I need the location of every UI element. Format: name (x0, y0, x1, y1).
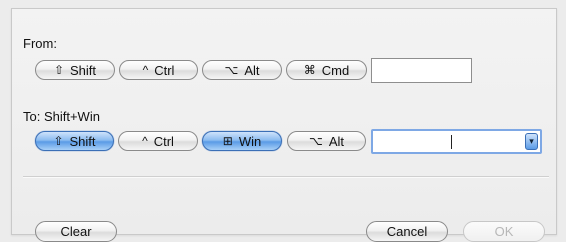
from-shift-label: Shift (70, 62, 97, 78)
to-win-button[interactable]: ⊞ Win (202, 131, 282, 151)
shift-icon: ⇧ (53, 63, 65, 77)
to-label: To: Shift+Win (23, 109, 100, 124)
from-alt-button[interactable]: ⌥ Alt (202, 60, 282, 80)
to-ctrl-label: Ctrl (153, 133, 174, 149)
from-shift-button[interactable]: ⇧ Shift (35, 60, 115, 80)
text-caret (451, 135, 452, 149)
from-cmd-label: Cmd (321, 62, 350, 78)
from-key-input[interactable] (371, 58, 472, 83)
to-shift-button[interactable]: ⇧ Shift (35, 131, 114, 151)
chevron-down-icon[interactable]: ▾ (525, 133, 538, 150)
to-shift-label: Shift (69, 133, 96, 149)
to-ctrl-button[interactable]: ^ Ctrl (118, 131, 198, 151)
cmd-icon: ⌘ (303, 63, 316, 77)
to-key-combobox[interactable]: ▾ (371, 129, 542, 154)
to-win-label: Win (238, 133, 262, 149)
from-cmd-button[interactable]: ⌘ Cmd (286, 60, 367, 80)
ctrl-icon: ^ (142, 63, 149, 77)
alt-icon: ⌥ (309, 134, 323, 148)
windows-icon: ⊞ (222, 134, 233, 148)
alt-icon: ⌥ (224, 63, 239, 77)
separator (23, 176, 549, 178)
from-label: From: (23, 36, 57, 51)
ok-button[interactable]: OK (463, 221, 545, 242)
from-ctrl-button[interactable]: ^ Ctrl (119, 60, 198, 80)
ctrl-icon: ^ (142, 134, 148, 148)
cancel-button[interactable]: Cancel (366, 221, 448, 242)
clear-button[interactable]: Clear (35, 221, 117, 242)
to-alt-label: Alt (328, 133, 344, 149)
to-alt-button[interactable]: ⌥ Alt (287, 131, 366, 151)
shift-icon: ⇧ (53, 134, 64, 148)
from-ctrl-label: Ctrl (154, 62, 175, 78)
from-alt-label: Alt (244, 62, 260, 78)
